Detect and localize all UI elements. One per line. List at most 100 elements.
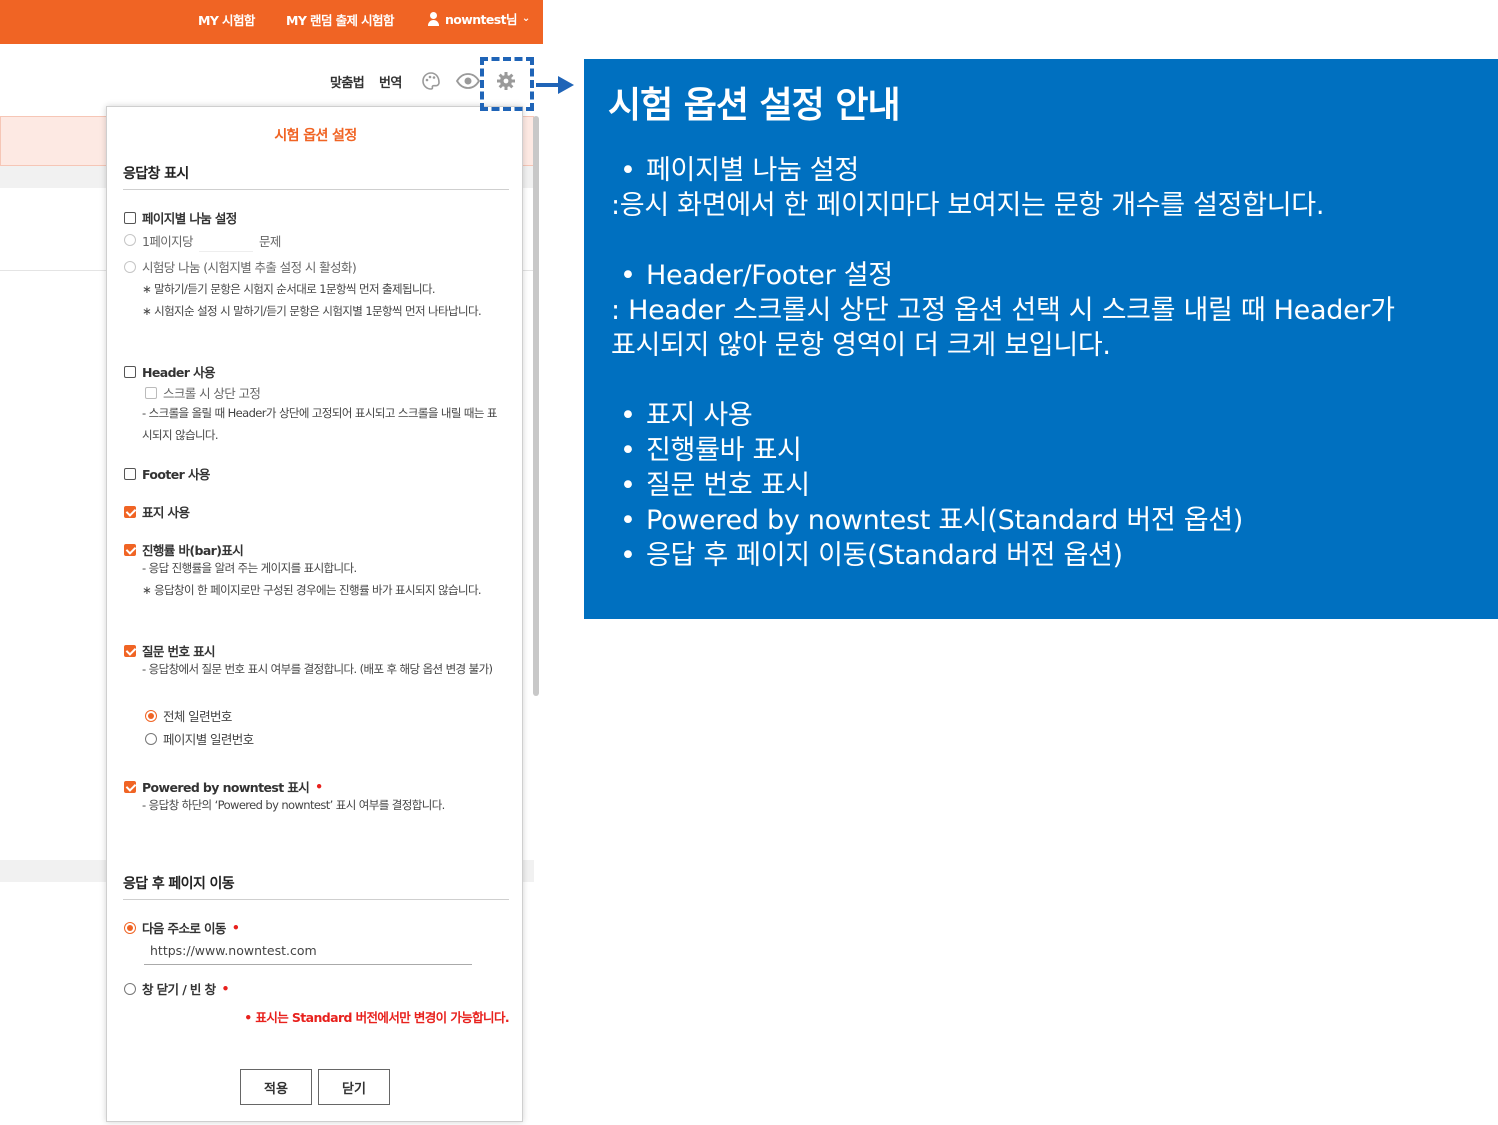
next-url-option[interactable]: 다음 주소로 이동 •	[124, 918, 240, 937]
header-note: - 스크롤을 올릴 때 Header가 상단에 고정되어 표시되고 스크롤을 내…	[142, 406, 497, 442]
required-marker: •	[231, 920, 240, 935]
page-split-label: 페이지별 나눔 설정	[142, 211, 237, 226]
chevron-down-icon: ⌄	[521, 13, 530, 24]
header-label: Header 사용	[142, 365, 216, 380]
close-window-option[interactable]: 창 닫기 / 빈 창 •	[124, 979, 230, 998]
header-sticky-checkbox[interactable]	[145, 386, 157, 399]
question-number-label: 질문 번호 표시	[142, 644, 216, 659]
bullet-icon: •	[620, 435, 636, 466]
required-marker: •	[315, 779, 323, 794]
panel-bullet-text: 페이지별 나눔 설정	[646, 155, 859, 186]
serial-all-label: 전체 일련번호	[163, 709, 232, 724]
panel-desc-page-split: :응시 화면에서 한 페이지마다 보여지는 문항 개수를 설정합니다.	[611, 190, 1325, 221]
nav-my-random-exams[interactable]: MY 랜덤 출제 시험함	[286, 10, 394, 29]
footer-label: Footer 사용	[142, 467, 210, 482]
section-divider	[123, 899, 509, 900]
powered-by-label: Powered by nowntest 표시	[142, 780, 310, 795]
close-button[interactable]: 닫기	[318, 1069, 390, 1105]
panel-list-text: 질문 번호 표시	[646, 470, 810, 501]
question-number-option[interactable]: 질문 번호 표시	[124, 641, 216, 660]
per-page-radio[interactable]	[124, 234, 136, 246]
page-split-note: ∗ 말하기/듣기 문항은 시험지 순서대로 1문항씩 먼저 출제됩니다. ∗ 시…	[142, 279, 504, 322]
exam-options-modal: 시험 옵션 설정 응답창 표시 페이지별 나눔 설정 1페이지당 문제 시험당 …	[106, 106, 523, 1122]
top-nav-bar: MY 시험함 MY 랜덤 출제 시험함 nowntest님 ⌄	[0, 0, 543, 44]
required-marker: •	[221, 981, 229, 996]
powered-by-checkbox[interactable]	[124, 780, 136, 793]
cover-option[interactable]: 표지 사용	[124, 502, 190, 521]
eye-icon[interactable]	[455, 71, 481, 95]
progress-bar-note-2: ∗ 응답창이 한 페이지로만 구성된 경우에는 진행률 바가 표시되지 않습니다…	[142, 582, 482, 597]
info-panel: 시험 옵션 설정 안내 • 페이지별 나눔 설정 :응시 화면에서 한 페이지마다…	[584, 59, 1498, 619]
question-number-note: - 응답창에서 질문 번호 표시 여부를 결정합니다. (배포 후 해당 옵션 …	[142, 662, 493, 676]
powered-by-option[interactable]: Powered by nowntest 표시 •	[124, 777, 323, 796]
arrow-right-icon	[558, 76, 574, 94]
serial-page-radio[interactable]	[145, 732, 157, 745]
app-screenshot: MY 시험함 MY 랜덤 출제 시험함 nowntest님 ⌄ 맞춤법 번역 시…	[0, 0, 543, 1125]
panel-list-item: • 질문 번호 표시	[620, 463, 810, 502]
panel-bullet-text: Header/Footer 설정	[646, 260, 893, 291]
question-number-checkbox[interactable]	[124, 644, 136, 657]
per-page-count-input[interactable]	[198, 228, 253, 252]
header-sticky-label: 스크롤 시 상단 고정	[163, 386, 261, 401]
footer-checkbox[interactable]	[124, 467, 136, 480]
panel-list-item: • Powered by nowntest 표시(Standard 버전 옵션)	[620, 498, 1243, 537]
panel-bullet-header-footer: • Header/Footer 설정	[620, 253, 893, 292]
progress-bar-checkbox[interactable]	[124, 543, 136, 556]
section-divider	[123, 189, 509, 190]
progress-bar-note: - 응답 진행률을 알려 주는 게이지를 표시합니다. ∗ 응답창이 한 페이지…	[142, 558, 504, 601]
serial-page-label: 페이지별 일련번호	[163, 732, 254, 747]
page-split-option[interactable]: 페이지별 나눔 설정	[124, 208, 237, 227]
panel-list-text: 응답 후 페이지 이동(Standard 버전 옵션)	[646, 540, 1123, 571]
progress-bar-option[interactable]: 진행률 바(bar)표시	[124, 540, 244, 559]
nav-my-exams[interactable]: MY 시험함	[198, 10, 255, 29]
powered-by-note: - 응답창 하단의 ‘Powered by nowntest’ 표시 여부를 결…	[142, 798, 445, 812]
bullet-icon: •	[620, 155, 636, 186]
cover-label: 표지 사용	[142, 505, 190, 520]
page-split-note-2: ∗ 시험지순 설정 시 말하기/듣기 문항은 시험지별 1문항씩 먼저 나타납니…	[142, 303, 482, 318]
close-window-radio[interactable]	[124, 982, 136, 995]
bullet-icon: •	[620, 260, 636, 291]
next-url-input[interactable]: https://www.nowntest.com	[144, 937, 472, 965]
section-heading-response-window: 응답창 표시	[123, 166, 189, 182]
per-exam-radio[interactable]	[124, 260, 136, 273]
progress-bar-label: 진행률 바(bar)표시	[142, 543, 244, 558]
panel-title: 시험 옵션 설정 안내	[608, 85, 901, 126]
palette-icon[interactable]	[421, 71, 441, 95]
cover-checkbox[interactable]	[124, 505, 136, 518]
scrollbar[interactable]	[533, 116, 539, 696]
header-sticky-option[interactable]: 스크롤 시 상단 고정	[145, 383, 261, 402]
per-page-suffix: 문제	[258, 233, 281, 249]
panel-list-text: 진행률바 표시	[646, 435, 802, 466]
user-menu[interactable]: nowntest님 ⌄	[427, 9, 530, 28]
panel-list-item: • 표지 사용	[620, 393, 753, 432]
next-url-label: 다음 주소로 이동	[142, 921, 226, 936]
serial-page-option[interactable]: 페이지별 일련번호	[145, 729, 254, 748]
panel-desc-header-1: : Header 스크롤시 상단 고정 옵션 선택 시 스크롤 내릴 때 Hea…	[611, 295, 1395, 326]
panel-list-item: • 응답 후 페이지 이동(Standard 버전 옵션)	[620, 533, 1123, 572]
serial-all-option[interactable]: 전체 일련번호	[145, 706, 232, 725]
user-name: nowntest님	[445, 12, 518, 27]
section-heading-after-response: 응답 후 페이지 이동	[123, 876, 235, 892]
page-split-checkbox[interactable]	[124, 211, 136, 224]
apply-button[interactable]: 적용	[240, 1069, 312, 1105]
per-page-prefix: 1페이지당	[142, 233, 194, 249]
footer-option[interactable]: Footer 사용	[124, 464, 210, 483]
spellcheck-button[interactable]: 맞춤법	[330, 72, 365, 91]
close-window-label: 창 닫기 / 빈 창	[142, 982, 216, 997]
standard-version-warning: • 표시는 Standard 버전에서만 변경이 가능합니다.	[244, 1010, 509, 1025]
header-checkbox[interactable]	[124, 365, 136, 378]
serial-all-radio[interactable]	[145, 709, 157, 722]
panel-desc-header-2: 표시되지 않아 문항 영역이 더 크게 보입니다.	[611, 330, 1111, 361]
progress-bar-note-1: - 응답 진행률을 알려 주는 게이지를 표시합니다.	[142, 561, 357, 575]
per-page-option[interactable]: 1페이지당 문제	[124, 228, 281, 252]
next-url-radio[interactable]	[124, 921, 136, 934]
editor-toolbar: 맞춤법 번역	[0, 44, 543, 104]
header-option[interactable]: Header 사용	[124, 362, 216, 381]
panel-bullet-page-split: • 페이지별 나눔 설정	[620, 148, 859, 187]
panel-list-text: 표지 사용	[646, 400, 753, 431]
translate-button[interactable]: 번역	[379, 72, 402, 91]
per-exam-option[interactable]: 시험당 나눔 (시험지별 추출 설정 시 활성화)	[124, 257, 357, 276]
modal-title: 시험 옵션 설정	[274, 128, 357, 144]
panel-list-text: Powered by nowntest 표시(Standard 버전 옵션)	[646, 505, 1244, 536]
bullet-icon: •	[620, 400, 636, 431]
